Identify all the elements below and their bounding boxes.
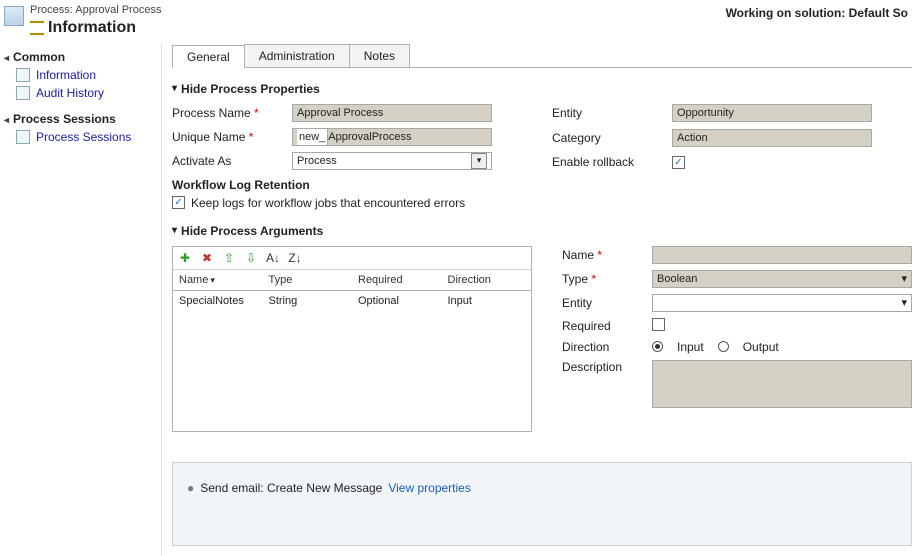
steps-panel: ● Send email: Create New Message View pr…: [172, 462, 912, 546]
sidebar: Common Information Audit History Process…: [0, 42, 162, 556]
sidebar-group-process-sessions[interactable]: Process Sessions: [2, 110, 157, 128]
textarea-arg-description[interactable]: [652, 360, 912, 408]
label-workflow-log-retention: Workflow Log Retention: [172, 178, 912, 192]
section-toggle-properties[interactable]: Hide Process Properties: [172, 82, 912, 96]
solution-label: Working on solution: Default So: [726, 4, 908, 20]
tab-administration[interactable]: Administration: [244, 44, 350, 67]
page-title: Information: [48, 18, 136, 38]
tab-general[interactable]: General: [172, 45, 245, 68]
label-entity: Entity: [552, 106, 672, 120]
tab-strip: General Administration Notes: [172, 44, 912, 68]
label-process-name: Process Name: [172, 106, 292, 120]
label-activate-as: Activate As: [172, 154, 292, 168]
col-name[interactable]: Name: [173, 270, 263, 290]
label-arg-name: Name: [562, 248, 652, 262]
chevron-down-icon: ▾: [471, 153, 487, 169]
history-icon: [16, 86, 30, 100]
information-icon: [30, 21, 44, 35]
label-keep-logs: Keep logs for workflow jobs that encount…: [191, 196, 465, 210]
label-enable-rollback: Enable rollback: [552, 155, 672, 169]
checkbox-enable-rollback[interactable]: ✓: [672, 156, 685, 169]
sidebar-item-process-sessions[interactable]: Process Sessions: [2, 128, 157, 146]
window-icon: [4, 6, 24, 26]
sessions-icon: [16, 130, 30, 144]
sort-asc-button[interactable]: A↓: [265, 250, 281, 266]
radio-direction-output[interactable]: [718, 341, 729, 352]
input-unique-name[interactable]: new_ApprovalProcess: [292, 128, 492, 146]
chevron-down-icon: ▾: [901, 272, 907, 285]
label-arg-type: Type: [562, 272, 652, 286]
select-arg-type[interactable]: Boolean ▾: [652, 270, 912, 288]
label-arg-description: Description: [562, 360, 652, 374]
checkbox-arg-required[interactable]: [652, 318, 665, 331]
select-activate-as[interactable]: Process ▾: [292, 152, 492, 170]
label-category: Category: [552, 131, 672, 145]
arguments-grid: ✚ ✖ ⇧ ⇩ A↓ Z↓ Name Type Required Directi…: [172, 246, 532, 432]
label-arg-direction: Direction: [562, 340, 652, 354]
col-type[interactable]: Type: [263, 270, 353, 290]
sidebar-item-label: Information: [36, 68, 96, 82]
radio-label-output: Output: [743, 340, 779, 354]
col-direction[interactable]: Direction: [442, 270, 532, 290]
process-label: Process: Approval Process: [30, 4, 161, 18]
sidebar-item-label: Process Sessions: [36, 130, 131, 144]
input-category: Action: [672, 129, 872, 147]
form-icon: [16, 68, 30, 82]
sidebar-item-audit-history[interactable]: Audit History: [2, 84, 157, 102]
label-arg-required: Required: [562, 319, 652, 333]
view-properties-link[interactable]: View properties: [388, 481, 471, 495]
sidebar-item-information[interactable]: Information: [2, 66, 157, 84]
radio-direction-input[interactable]: [652, 341, 663, 352]
move-down-button[interactable]: ⇩: [243, 250, 259, 266]
move-up-button[interactable]: ⇧: [221, 250, 237, 266]
step-text: Send email: Create New Message: [200, 481, 382, 495]
sidebar-item-label: Audit History: [36, 86, 104, 100]
add-argument-button[interactable]: ✚: [177, 250, 193, 266]
bullet-icon: ●: [187, 481, 194, 495]
table-row[interactable]: SpecialNotes String Optional Input: [173, 291, 531, 311]
radio-label-input: Input: [677, 340, 704, 354]
input-process-name[interactable]: Approval Process: [292, 104, 492, 122]
sidebar-group-common[interactable]: Common: [2, 48, 157, 66]
unique-name-prefix: new_: [297, 129, 328, 145]
checkbox-keep-logs[interactable]: ✓: [172, 196, 185, 209]
sort-desc-button[interactable]: Z↓: [287, 250, 303, 266]
input-entity: Opportunity: [672, 104, 872, 122]
col-required[interactable]: Required: [352, 270, 442, 290]
label-unique-name: Unique Name: [172, 130, 292, 144]
section-toggle-arguments[interactable]: Hide Process Arguments: [172, 224, 912, 238]
input-arg-name[interactable]: [652, 246, 912, 264]
delete-argument-button[interactable]: ✖: [199, 250, 215, 266]
chevron-down-icon: ▾: [901, 296, 907, 309]
select-arg-entity[interactable]: ▾: [652, 294, 912, 312]
tab-notes[interactable]: Notes: [349, 44, 410, 67]
label-arg-entity: Entity: [562, 296, 652, 310]
